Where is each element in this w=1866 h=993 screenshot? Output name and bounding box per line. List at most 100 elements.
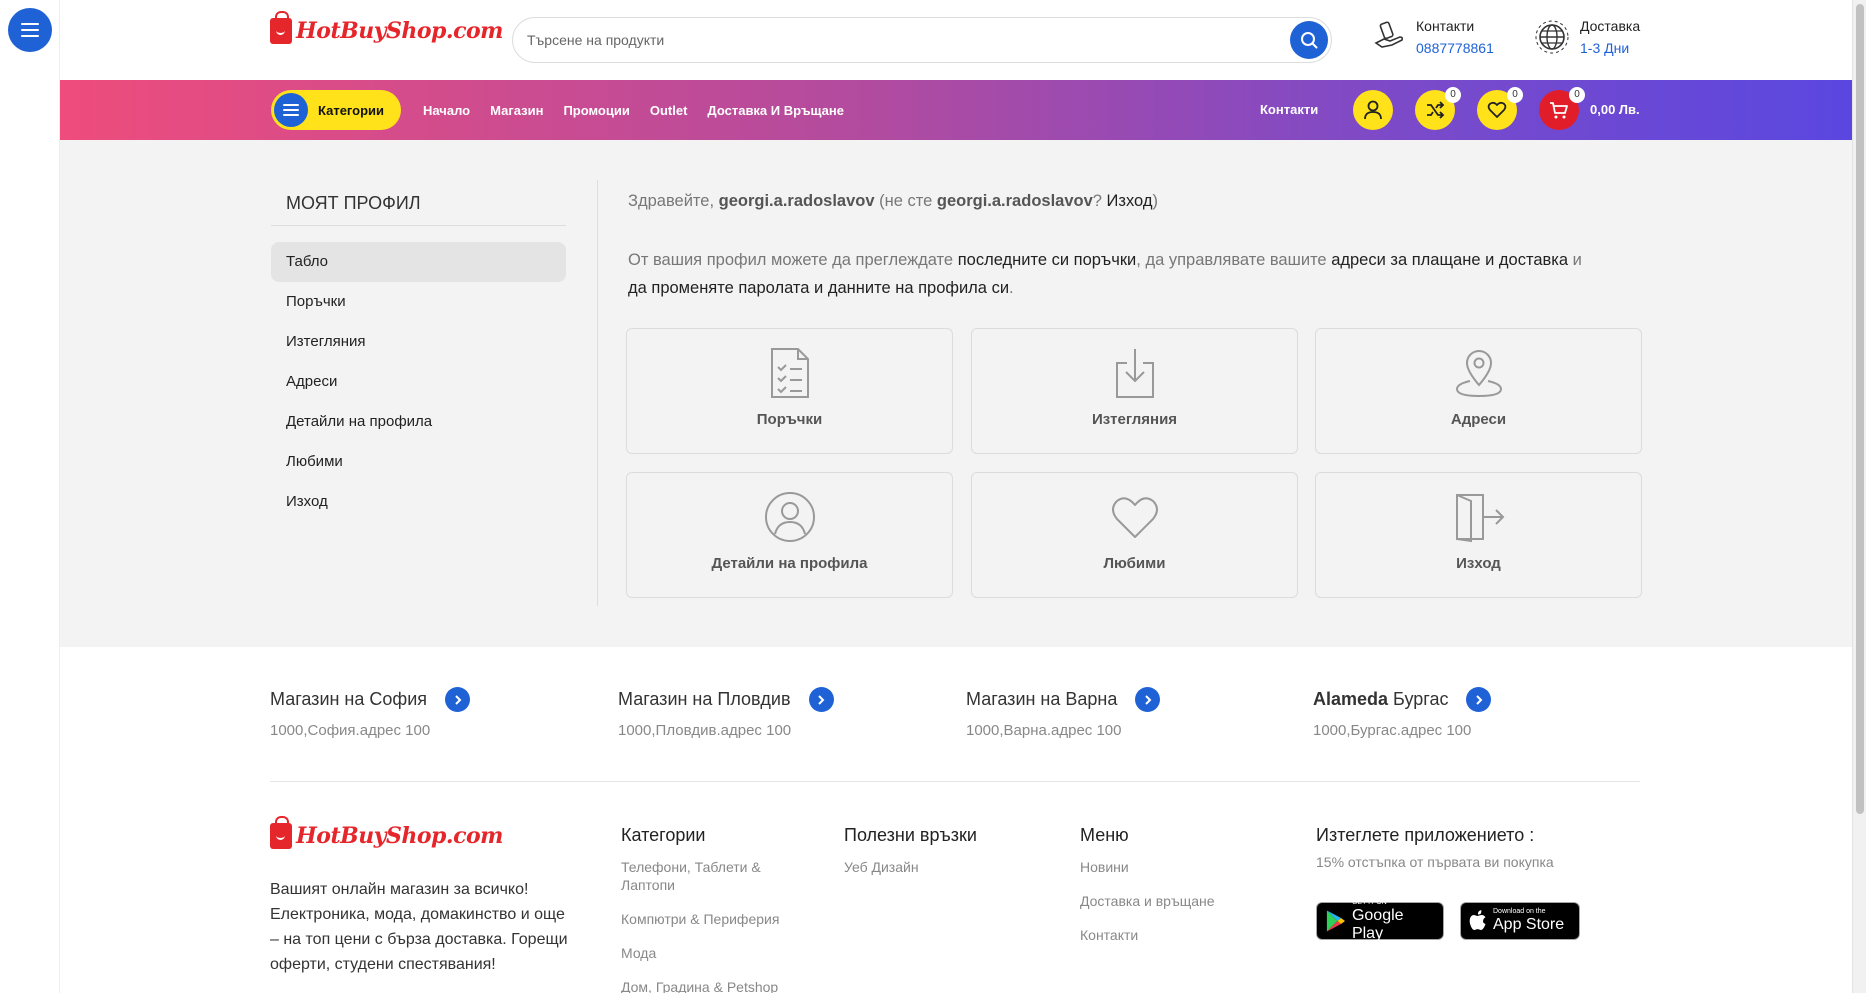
footer-menu-link[interactable]: Новини bbox=[1080, 858, 1260, 876]
intro-part-4: . bbox=[1009, 279, 1014, 297]
categories-button[interactable]: Категории bbox=[271, 90, 401, 130]
logo-text: HotBuyShop.com bbox=[296, 18, 503, 44]
card-downloads[interactable]: Изтегляния bbox=[971, 328, 1298, 454]
footer-category-link[interactable]: Телефони, Таблети & Лаптопи bbox=[621, 858, 791, 894]
footer-logo[interactable]: HotBuyShop.com bbox=[270, 816, 503, 849]
intro-text: От вашия профил можете да преглеждате по… bbox=[628, 246, 1628, 302]
footer-app-subtitle: 15% отстъпка от първата ви покупка bbox=[1316, 854, 1554, 870]
chevron-right-icon bbox=[1145, 694, 1152, 705]
account-nav-addresses[interactable]: Адреси bbox=[271, 362, 566, 402]
footer-menu-link[interactable]: Доставка и връщане bbox=[1080, 892, 1260, 910]
card-account-details[interactable]: Детайли на профила bbox=[626, 472, 953, 598]
store-name-bold: Alameda bbox=[1313, 689, 1389, 709]
footer-useful-links: Полезни връзки Уеб Дизайн bbox=[844, 825, 1024, 892]
nav-link-home[interactable]: Начало bbox=[423, 103, 470, 118]
account-nav-favorites[interactable]: Любими bbox=[271, 442, 566, 482]
wishlist-button[interactable]: 0 bbox=[1477, 87, 1523, 130]
store-arrow-button[interactable] bbox=[1135, 687, 1161, 712]
account-title: МОЯТ ПРОФИЛ bbox=[286, 193, 421, 213]
footer-app: Изтеглете приложението : 15% отстъпка от… bbox=[1316, 825, 1616, 870]
cart-button[interactable]: 0 bbox=[1539, 87, 1585, 130]
account-nav-logout[interactable]: Изход bbox=[271, 482, 566, 522]
globe-icon bbox=[1535, 20, 1569, 54]
footer-divider bbox=[270, 781, 1640, 782]
card-logout[interactable]: Изход bbox=[1315, 472, 1642, 598]
cart-total[interactable]: 0,00 Лв. bbox=[1590, 80, 1640, 140]
site-logo[interactable]: HotBuyShop.com bbox=[270, 11, 503, 44]
footer-useful-link[interactable]: Уеб Дизайн bbox=[844, 858, 1024, 876]
card-orders[interactable]: Поръчки bbox=[626, 328, 953, 454]
account-section: МОЯТ ПРОФИЛ Табло Поръчки Изтегляния Адр… bbox=[60, 140, 1852, 647]
addresses-link[interactable]: адреси за плащане и доставка bbox=[1331, 251, 1568, 269]
page: HotBuyShop.com Контакти 0887778861 Доста… bbox=[0, 0, 1866, 993]
store-arrow-button[interactable] bbox=[445, 687, 471, 712]
google-play-badge[interactable]: GET IT ON Google Play bbox=[1316, 899, 1444, 942]
store-name: Магазин на Пловдив bbox=[618, 689, 791, 709]
heart-icon bbox=[1487, 101, 1507, 118]
nav-link-promotions[interactable]: Промоции bbox=[563, 103, 629, 118]
footer-menu-title: Меню bbox=[1080, 825, 1129, 845]
delivery-value: 1-3 Дни bbox=[1580, 40, 1630, 56]
intro-part-1: От вашия профил можете да преглеждате bbox=[628, 251, 958, 269]
apple-icon bbox=[1469, 910, 1486, 930]
cart-count-badge: 0 bbox=[1569, 87, 1585, 103]
nav-link-shop[interactable]: Магазин bbox=[490, 103, 543, 118]
card-favorites[interactable]: Любими bbox=[971, 472, 1298, 598]
store-name-rest: Бургас bbox=[1388, 689, 1449, 709]
greeting-logout-link[interactable]: Изход bbox=[1107, 192, 1153, 210]
cart-icon bbox=[1550, 102, 1568, 119]
card-favorites-label: Любими bbox=[1103, 555, 1166, 572]
footer-menu-link[interactable]: Контакти bbox=[1080, 926, 1260, 944]
header-contacts[interactable]: Контакти 0887778861 bbox=[1370, 18, 1494, 56]
greeting-username: georgi.a.radoslavov bbox=[718, 192, 875, 210]
contacts-phone[interactable]: 0887778861 bbox=[1416, 40, 1494, 56]
store-arrow-button[interactable] bbox=[1466, 687, 1492, 712]
chevron-right-icon bbox=[1476, 694, 1483, 705]
top-header: HotBuyShop.com Контакти 0887778861 Доста… bbox=[60, 0, 1852, 80]
search-bar bbox=[512, 17, 1332, 63]
search-icon bbox=[1301, 32, 1318, 49]
footer-logo-text: HotBuyShop.com bbox=[296, 823, 503, 849]
account-nav-account-details[interactable]: Детайли на профила bbox=[271, 402, 566, 442]
nav-link-outlet[interactable]: Outlet bbox=[650, 103, 688, 118]
footer-category-link[interactable]: Мода bbox=[621, 944, 791, 962]
footer-category-link[interactable]: Дом, Градина & Petshop bbox=[621, 978, 791, 993]
main-content: HotBuyShop.com Контакти 0887778861 Доста… bbox=[60, 0, 1852, 993]
account-nav-dashboard[interactable]: Табло bbox=[271, 242, 566, 282]
app-store-badge[interactable]: Download on the App Store bbox=[1460, 902, 1580, 940]
account-details-link[interactable]: да променяте паролата и данните на профи… bbox=[628, 279, 1009, 297]
chevron-right-icon bbox=[818, 694, 825, 705]
footer-category-link[interactable]: Компютри & Периферия bbox=[621, 910, 791, 928]
logout-icon bbox=[1455, 494, 1504, 543]
greeting-username-2: georgi.a.radoslavov bbox=[936, 192, 1093, 210]
nav-link-contacts[interactable]: Контакти bbox=[1260, 80, 1318, 140]
account-nav-orders[interactable]: Поръчки bbox=[271, 282, 566, 322]
google-play-big-text: Google Play bbox=[1351, 907, 1404, 942]
store-arrow-button[interactable] bbox=[808, 687, 834, 712]
app-store-small-text: Download on the bbox=[1493, 908, 1546, 915]
store-name: Alameda Бургас bbox=[1313, 689, 1448, 710]
footer-description: Вашият онлайн магазин за всичко! Електро… bbox=[270, 881, 568, 973]
shopping-bag-logo-icon bbox=[270, 11, 292, 44]
page-scrollbar[interactable] bbox=[1852, 0, 1866, 993]
intro-part-2: , да управлявате вашите bbox=[1136, 251, 1332, 269]
greeting-suffix: ) bbox=[1152, 192, 1158, 210]
nav-link-delivery-returns[interactable]: Доставка И Връщане bbox=[707, 103, 844, 118]
hamburger-icon bbox=[21, 23, 39, 37]
card-addresses[interactable]: Адреси bbox=[1315, 328, 1642, 454]
search-input[interactable] bbox=[527, 18, 1267, 62]
store-name: Магазин на Варна bbox=[966, 689, 1118, 709]
header-delivery: Доставка 1-3 Дни bbox=[1534, 18, 1640, 56]
compare-button[interactable]: 0 bbox=[1415, 87, 1461, 130]
phone-hand-icon bbox=[1374, 21, 1404, 48]
scrollbar-thumb[interactable] bbox=[1856, 4, 1864, 814]
side-menu-button[interactable] bbox=[8, 8, 52, 52]
greeting-prefix: Здравейте, bbox=[628, 192, 719, 210]
account-nav-downloads[interactable]: Изтегляния bbox=[271, 322, 566, 362]
recent-orders-link[interactable]: последните си поръчки bbox=[958, 251, 1137, 269]
store-address: 1000,Варна.адрес 100 bbox=[966, 722, 1122, 739]
account-button[interactable] bbox=[1353, 90, 1393, 130]
store-address: 1000,Бургас.адрес 100 bbox=[1313, 722, 1472, 739]
google-play-icon bbox=[1326, 910, 1346, 932]
search-button[interactable] bbox=[1290, 21, 1328, 59]
